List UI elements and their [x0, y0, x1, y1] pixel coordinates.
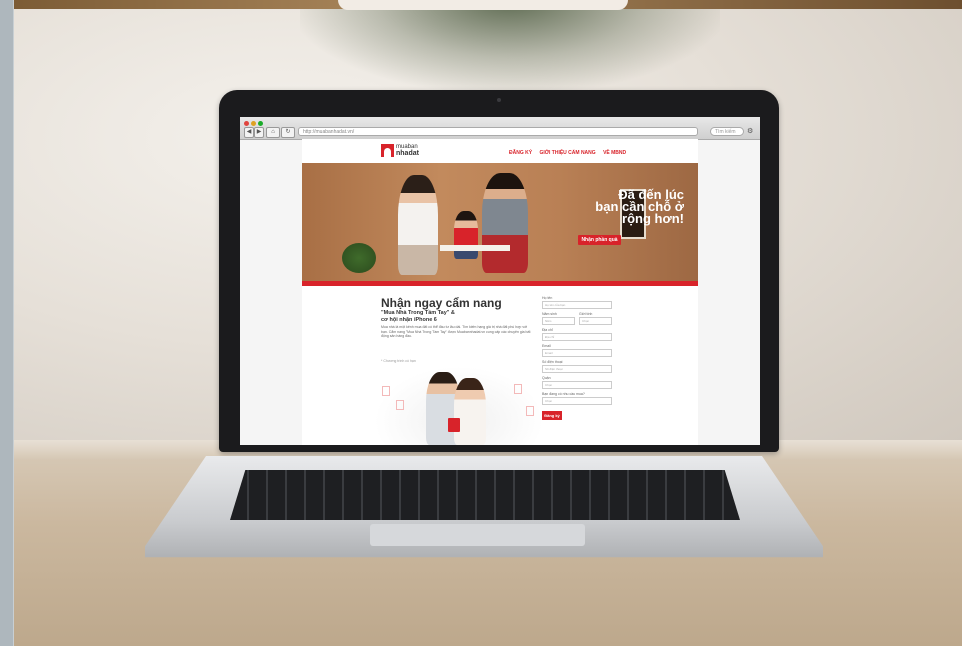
- laptop-trackpad: [370, 524, 585, 546]
- close-dot-icon[interactable]: [244, 121, 249, 126]
- menu-item-about[interactable]: VỀ MBND: [603, 150, 626, 156]
- intro-paragraph: Mua nhà là một kênh mua đất có thể đầu t…: [381, 325, 531, 338]
- site-menu: ĐĂNG KÝ GIỚI THIỆU CẨM NANG VỀ MBND: [509, 150, 632, 156]
- web-page: muaban nhadat ĐĂNG KÝ GIỚI THIỆU CẨM NAN…: [302, 139, 698, 445]
- address-input[interactable]: Địa chỉ: [542, 333, 612, 341]
- submit-button[interactable]: Đăng ký: [542, 411, 562, 420]
- back-button[interactable]: ◀: [244, 127, 254, 138]
- webcam: [497, 98, 501, 102]
- logo-text-bottom: nhadat: [396, 150, 419, 157]
- left-frame-border: [0, 0, 14, 646]
- hero-banner: Đã đến lúc bạn cần chỗ ở rộng hơn! Nhận …: [302, 163, 698, 281]
- house-outline-icon: [396, 400, 404, 410]
- register-form: Họ tên Họ tên của bạn Năm sinh Năm Giới …: [542, 296, 612, 420]
- browser-search-input[interactable]: Tìm kiếm: [710, 127, 744, 136]
- laptop-screen: ◀ ▶ ⌂ ↻ http://muabanhadat.vn/ Tìm kiếm …: [240, 117, 760, 445]
- forward-button[interactable]: ▶: [254, 127, 264, 138]
- laptop-keyboard: [230, 470, 740, 520]
- house-outline-icon: [382, 386, 390, 396]
- birth-year-input[interactable]: Năm: [542, 317, 575, 325]
- program-note: * Chương trình có hạn: [381, 359, 416, 363]
- hero-cta-button[interactable]: Nhận phần quà: [578, 235, 621, 245]
- need-select[interactable]: Chọn: [542, 397, 612, 405]
- potted-plant: [342, 243, 376, 273]
- hero-title: Đã đến lúc bạn cần chỗ ở rộng hơn!: [554, 188, 684, 226]
- address-bar[interactable]: http://muabanhadat.vn/: [298, 127, 698, 136]
- page-body: Nhận ngay cẩm nang "Mua Nhà Trong Tầm Ta…: [302, 286, 698, 445]
- email-input[interactable]: Email: [542, 349, 612, 357]
- house-outline-icon: [526, 406, 534, 416]
- maximize-dot-icon[interactable]: [258, 121, 263, 126]
- woman-portrait: [454, 378, 486, 445]
- district-select[interactable]: Chọn: [542, 381, 612, 389]
- gear-icon[interactable]: ⚙: [747, 127, 756, 136]
- page-subheading-2: cơ hội nhận iPhone 6: [381, 317, 437, 323]
- photo-scene: ◀ ▶ ⌂ ↻ http://muabanhadat.vn/ Tìm kiếm …: [0, 0, 962, 646]
- phone-input[interactable]: Số điện thoại: [542, 365, 612, 373]
- page-heading: Nhận ngay cẩm nang: [381, 296, 502, 310]
- browser-toolbar: ◀ ▶ ⌂ ↻ http://muabanhadat.vn/ Tìm kiếm …: [240, 117, 760, 140]
- home-icon[interactable]: ⌂: [266, 127, 280, 138]
- minimize-dot-icon[interactable]: [251, 121, 256, 126]
- menu-item-register[interactable]: ĐĂNG KÝ: [509, 150, 532, 156]
- hero-title-line3: rộng hơn!: [622, 211, 684, 226]
- top-badge: [338, 0, 628, 10]
- form-row: Năm sinh Năm Giới tính Chọn: [542, 312, 612, 328]
- site-header: muaban nhadat ĐĂNG KÝ GIỚI THIỆU CẨM NAN…: [302, 139, 698, 163]
- man-figure: [482, 173, 528, 273]
- dining-table: [440, 245, 510, 251]
- menu-item-guide[interactable]: GIỚI THIỆU CẨM NANG: [539, 150, 595, 156]
- red-gift-box-icon: [448, 418, 460, 432]
- couple-illustration: [374, 366, 544, 445]
- logo-arch: [384, 148, 391, 157]
- page-subheading: "Mua Nhà Trong Tầm Tay" &: [381, 310, 455, 316]
- blurred-plant: [300, 0, 720, 90]
- gender-select[interactable]: Chọn: [579, 317, 612, 325]
- woman-figure: [398, 175, 438, 275]
- child-figure: [454, 211, 478, 259]
- name-input[interactable]: Họ tên của bạn: [542, 301, 612, 309]
- reload-icon[interactable]: ↻: [281, 127, 295, 138]
- house-outline-icon: [514, 384, 522, 394]
